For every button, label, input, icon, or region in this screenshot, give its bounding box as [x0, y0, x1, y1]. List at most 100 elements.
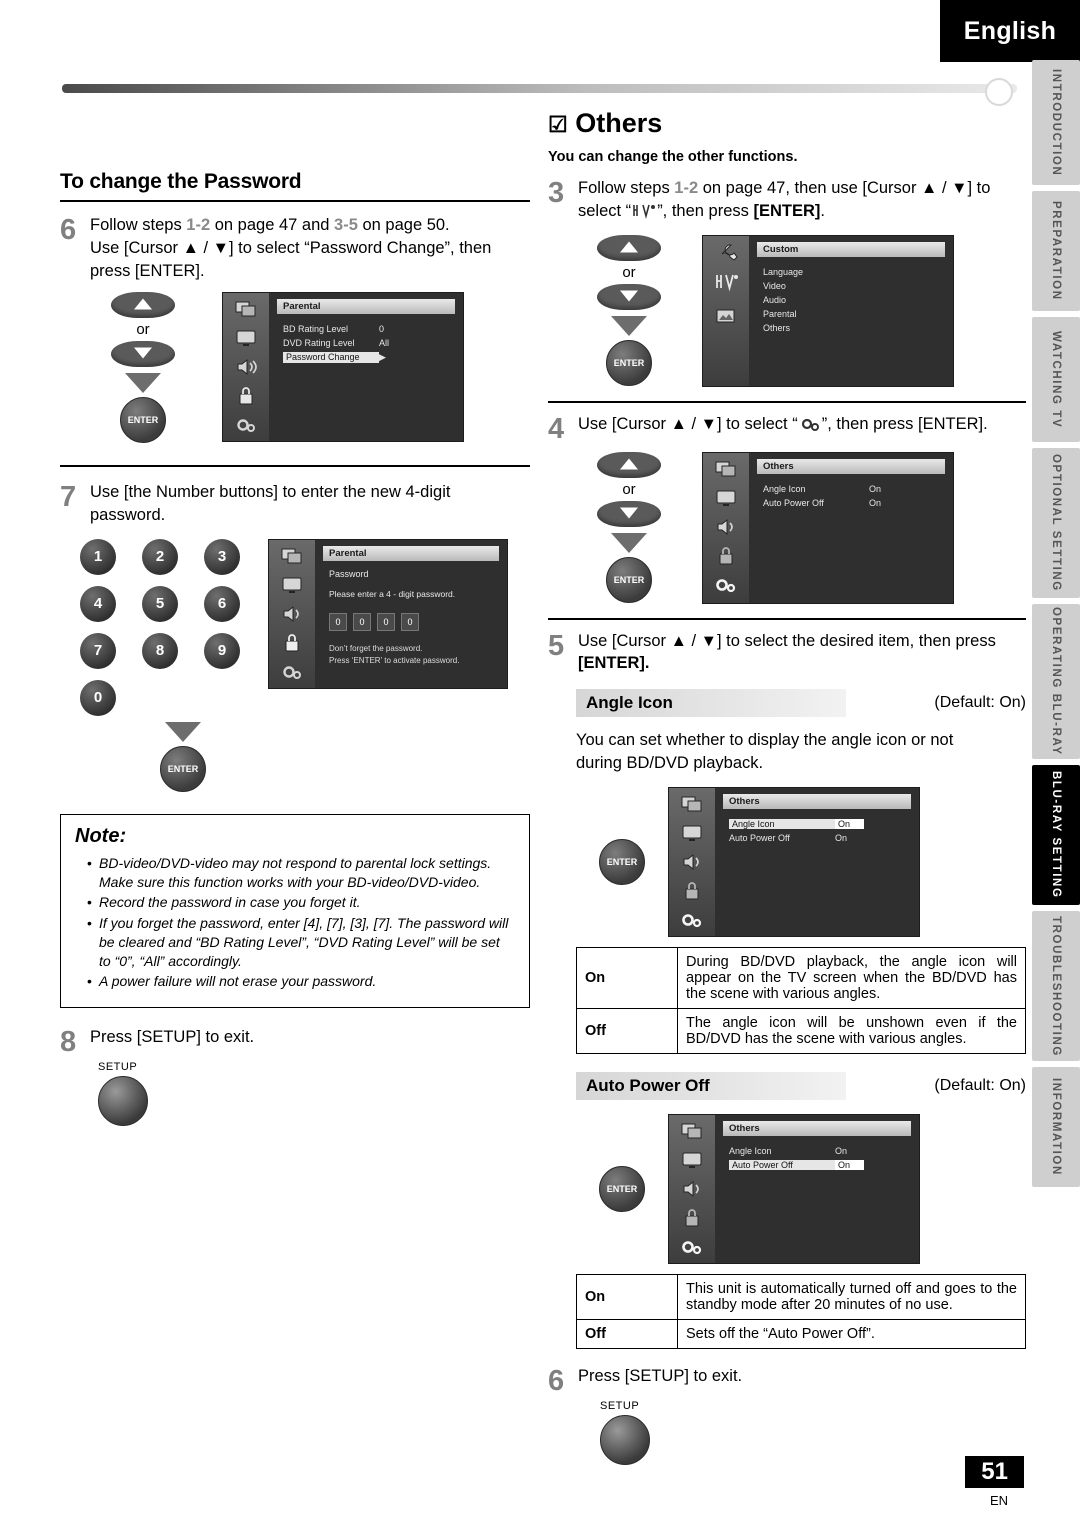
step6-line3: press [ENTER]. [90, 261, 205, 280]
osd-sidebar [703, 452, 749, 603]
cursor-up-button[interactable] [597, 451, 661, 478]
password-digit-boxes[interactable]: 0 0 0 0 [323, 612, 499, 631]
setup-button[interactable] [98, 1076, 148, 1127]
gears-icon [798, 415, 822, 440]
step3-line1c: on page 47, then use [Cursor ▲ / ▼] to [698, 179, 991, 197]
enter-button[interactable]: ENTER [606, 556, 652, 603]
number-key-2[interactable]: 2 [142, 538, 178, 575]
cursor-down-button[interactable] [111, 341, 175, 368]
osd-sidebar [669, 787, 715, 936]
auto-power-off-label: Auto Power Off [576, 1071, 846, 1100]
note-item: Record the password in case you forget i… [87, 893, 515, 912]
angle-icon-table: On During BD/DVD playback, the angle icon… [576, 946, 1026, 1054]
parental-lock-icon [679, 881, 705, 901]
side-tab-introduction[interactable]: INTRODUCTION [1032, 60, 1080, 185]
others-gear-icon [279, 662, 305, 682]
others-heading: ☑ Others [548, 108, 1026, 139]
number-key-8[interactable]: 8 [142, 632, 178, 669]
table-value: During BD/DVD playback, the angle icon w… [677, 946, 1026, 1009]
step-number: 3 [548, 177, 565, 209]
table-row: On During BD/DVD playback, the angle icon… [576, 946, 1026, 1009]
osd-row: Parental [757, 307, 945, 321]
custom-setup-icon [713, 271, 739, 297]
password-digit: 0 [353, 612, 371, 631]
enter-button[interactable]: ENTER [606, 339, 652, 386]
others-title: Others [575, 108, 663, 138]
side-tab-watching-tv[interactable]: WATCHING TV [1032, 317, 1080, 442]
step7-line1: Use [the Number buttons] to enter the ne… [90, 483, 451, 502]
enter-button[interactable]: ENTER [599, 838, 645, 885]
side-tab-strip: INTRODUCTION PREPARATION WATCHING TV OPTION… [1024, 60, 1080, 1193]
osd-row-value: On [835, 1145, 848, 1156]
side-tab-information[interactable]: INFORMATION [1032, 1067, 1080, 1187]
osd-title: Parental [323, 545, 499, 561]
side-tab-troubleshooting[interactable]: TROUBLESHOOTING [1032, 911, 1080, 1061]
number-key-9[interactable]: 9 [204, 632, 240, 669]
number-key-3[interactable]: 3 [204, 538, 240, 575]
osd-row-key: Angle Icon [729, 1145, 772, 1156]
osd-custom-screen: Custom Language Video Audio Parental Oth… [702, 234, 954, 387]
osd-sidebar [269, 539, 315, 688]
cursor-down-button[interactable] [597, 500, 661, 527]
parental-lock-icon [679, 1208, 705, 1228]
number-key-5[interactable]: 5 [142, 585, 178, 622]
angle-desc-2: during BD/DVD playback. [576, 753, 764, 772]
auto-power-off-default: (Default: On) [934, 1076, 1026, 1094]
osd-title: Parental [277, 299, 455, 315]
step-text: Follow steps 1-2 on page 47 and 3-5 on p… [90, 214, 530, 282]
remote-cursor-group-1: or ENTER [88, 292, 198, 444]
cursor-up-button[interactable] [111, 292, 175, 319]
side-tab-optional-setting[interactable]: OPTIONAL SETTING [1032, 448, 1080, 598]
osd-content: Others Angle Icon On Auto Power Off On [749, 453, 953, 603]
setup-button[interactable] [600, 1414, 650, 1465]
enter-button[interactable]: ENTER [160, 745, 206, 792]
picture-icon [713, 306, 739, 326]
remote-cursor-group-2: or ENTER [574, 234, 684, 386]
number-key-6[interactable]: 6 [204, 585, 240, 622]
osd-content: Parental Password Please enter a 4 - dig… [315, 540, 507, 688]
wrench-icon [713, 242, 739, 262]
osd-others-screen-1: Others Angle Icon On Auto Power Off On [702, 451, 954, 604]
side-tab-operating-blu-ray[interactable]: OPERATING BLU-RAY [1032, 604, 1080, 759]
others-subtitle: You can change the other functions. [548, 149, 798, 165]
others-gear-icon-selected [713, 575, 739, 595]
side-tab-blu-ray-setting[interactable]: BLU-RAY SETTING [1032, 765, 1080, 905]
note-item: If you forget the password, enter [4], [… [87, 914, 515, 970]
number-key-0[interactable]: 0 [80, 679, 116, 716]
number-key-1[interactable]: 1 [80, 538, 116, 575]
enter-button[interactable]: ENTER [599, 1165, 645, 1212]
header-dot [985, 78, 1013, 106]
others-gear-icon [233, 415, 259, 435]
osd-row: Others [757, 321, 945, 335]
osd-parental-screen: Parental BD Rating Level 0 DVD Rating Lev… [222, 292, 464, 443]
osd-row-key: Auto Power Off [763, 497, 824, 508]
angle-icon-section: Angle Icon (Default: On) You can set whe… [576, 689, 1026, 1054]
note-item: A power failure will not erase your pass… [87, 972, 515, 991]
page-number: 51 [965, 1456, 1024, 1488]
side-tab-preparation[interactable]: PREPARATION [1032, 191, 1080, 311]
flow-arrow-icon [125, 373, 161, 394]
osd-row-key: Angle Icon [763, 483, 806, 494]
cursor-up-button[interactable] [597, 234, 661, 261]
number-key-4[interactable]: 4 [80, 585, 116, 622]
flow-arrow-icon [611, 532, 647, 553]
osd-row-key: Parental [763, 308, 797, 319]
enter-button[interactable]: ENTER [120, 397, 166, 444]
note-box: Note: BD-video/DVD-video may not respond… [60, 813, 530, 1009]
flow-arrow-icon [165, 721, 201, 742]
step4-text-a: Use [Cursor ▲ / ▼] to select “ [578, 414, 798, 433]
osd-row-key: Audio [763, 294, 787, 305]
custom-setup-icon [631, 202, 657, 227]
number-key-7[interactable]: 7 [80, 632, 116, 669]
audio-icon [679, 852, 705, 872]
step-text: Press [SETUP] to exit. [90, 1028, 255, 1047]
table-key: Off [576, 1007, 678, 1054]
password-digit: 0 [401, 612, 419, 631]
osd-row-key: Others [763, 322, 791, 333]
osd-row-key: Angle Icon [729, 818, 835, 829]
step4-text-b: ”, then press [ENTER]. [821, 414, 988, 433]
divider [548, 617, 1026, 620]
osd-password-screen: Parental Password Please enter a 4 - dig… [268, 538, 508, 689]
language-icon [279, 546, 305, 566]
cursor-down-button[interactable] [597, 283, 661, 310]
